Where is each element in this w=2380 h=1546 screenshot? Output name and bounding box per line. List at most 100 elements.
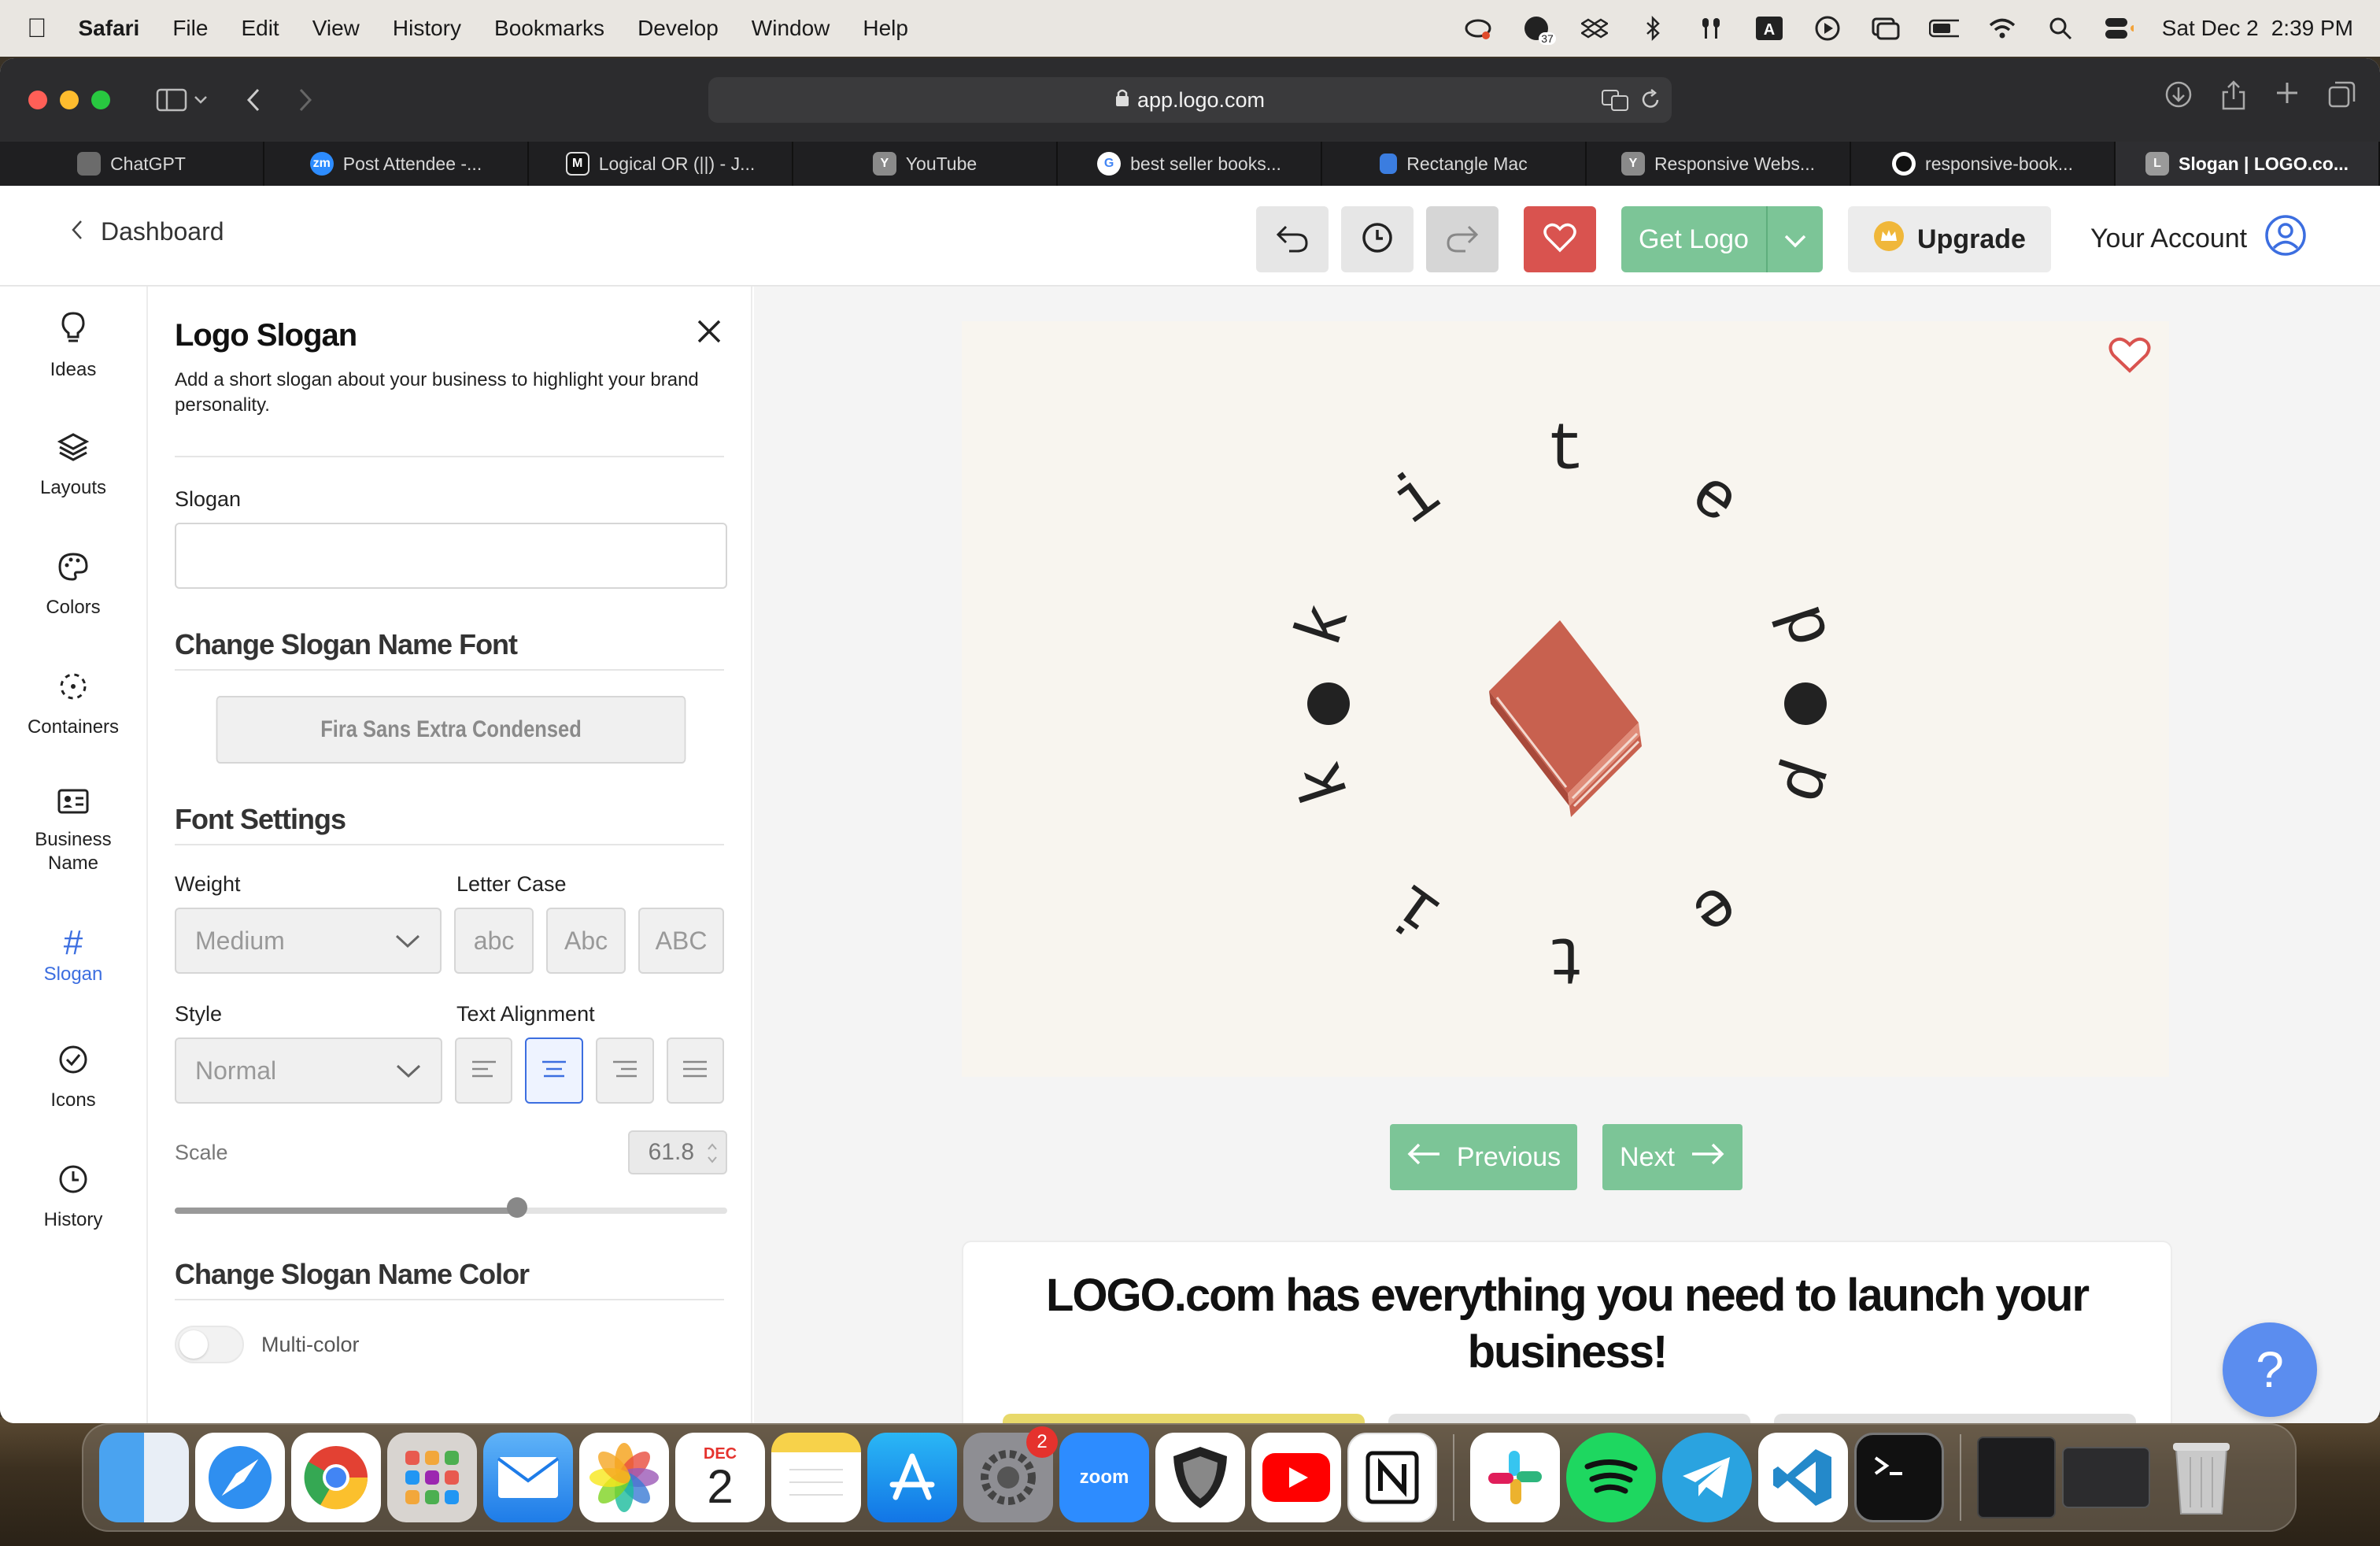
- align-left-button[interactable]: [454, 1037, 513, 1104]
- titlecase-button[interactable]: Abc: [546, 908, 626, 974]
- trash-icon[interactable]: [2156, 1433, 2246, 1522]
- recent-window-thumbnail[interactable]: [1977, 1437, 2056, 1518]
- finder-window-thumbnail[interactable]: [2062, 1447, 2150, 1508]
- terminal-icon[interactable]: [1854, 1433, 1944, 1522]
- forward-icon[interactable]: [288, 83, 323, 117]
- menu-window[interactable]: Window: [752, 16, 830, 41]
- menu-view[interactable]: View: [312, 16, 360, 41]
- launchpad-icon[interactable]: [387, 1433, 477, 1522]
- control-center-icon[interactable]: [2104, 13, 2134, 43]
- back-icon[interactable]: [236, 83, 271, 117]
- menubar-date[interactable]: Sat Dec 2: [2162, 16, 2259, 41]
- tab-chatgpt[interactable]: ChatGPT: [0, 142, 264, 186]
- redo-button[interactable]: [1426, 206, 1499, 272]
- notion-icon[interactable]: [1347, 1433, 1437, 1522]
- input-source-icon[interactable]: A: [1754, 13, 1784, 43]
- nav-icons[interactable]: Icons: [0, 1019, 146, 1138]
- nav-layouts[interactable]: Layouts: [0, 406, 146, 526]
- battery-icon[interactable]: [1928, 13, 1959, 43]
- favorite-heart-icon[interactable]: [2108, 335, 2152, 379]
- downloads-icon[interactable]: [2164, 80, 2193, 114]
- get-logo-dropdown[interactable]: [1768, 206, 1823, 272]
- help-button[interactable]: ?: [2223, 1322, 2317, 1417]
- menu-history[interactable]: History: [393, 16, 461, 41]
- dashboard-back-link[interactable]: Dashboard: [71, 217, 224, 246]
- align-right-button[interactable]: [596, 1037, 654, 1104]
- menu-app-name[interactable]: Safari: [79, 16, 140, 41]
- safari-icon[interactable]: [195, 1433, 285, 1522]
- system-settings-icon[interactable]: 2: [963, 1426, 1058, 1522]
- lowercase-button[interactable]: abc: [454, 908, 534, 974]
- menu-file[interactable]: File: [172, 16, 208, 41]
- style-select[interactable]: Normal: [175, 1037, 442, 1104]
- zoom-app-icon[interactable]: zoom: [1059, 1433, 1149, 1522]
- nav-business-name[interactable]: Business Name: [0, 765, 146, 899]
- apple-menu-icon[interactable]: : [27, 13, 47, 44]
- tab-rectangle-mac[interactable]: Rectangle Mac: [1322, 142, 1587, 186]
- nav-ideas[interactable]: Ideas: [0, 287, 146, 406]
- airpods-icon[interactable]: [1696, 13, 1726, 43]
- share-icon[interactable]: [2221, 80, 2246, 114]
- get-logo-label[interactable]: Get Logo: [1621, 206, 1768, 272]
- promo-card-tab[interactable]: [1774, 1414, 2136, 1423]
- menu-edit[interactable]: Edit: [241, 16, 279, 41]
- nav-history[interactable]: History: [0, 1138, 146, 1258]
- scale-slider-handle[interactable]: [507, 1197, 528, 1218]
- get-logo-button[interactable]: Get Logo: [1621, 206, 1823, 272]
- shield-app-icon[interactable]: [1155, 1433, 1245, 1522]
- menu-help[interactable]: Help: [863, 16, 908, 41]
- menubar-time[interactable]: 2:39 PM: [2271, 16, 2353, 41]
- history-button[interactable]: [1341, 206, 1414, 272]
- reload-icon[interactable]: [1640, 89, 1661, 117]
- finder-icon[interactable]: [99, 1433, 189, 1522]
- translate-icon[interactable]: [1601, 88, 1631, 117]
- stage-manager-icon[interactable]: [1871, 13, 1901, 43]
- tab-responsive-webs[interactable]: Y Responsive Webs...: [1587, 142, 1851, 186]
- status-badge-icon[interactable]: 37: [1521, 13, 1556, 45]
- sidebar-toggle-icon[interactable]: [154, 83, 189, 117]
- spotify-icon[interactable]: [1566, 1433, 1656, 1522]
- tab-best-seller-books[interactable]: Gbest seller books...: [1058, 142, 1322, 186]
- previous-button[interactable]: Previous: [1390, 1124, 1577, 1190]
- minimize-window-button[interactable]: [60, 91, 79, 109]
- close-icon[interactable]: [696, 318, 722, 349]
- spotlight-search-icon[interactable]: [2046, 13, 2075, 43]
- menu-bookmarks[interactable]: Bookmarks: [494, 16, 604, 41]
- tab-youtube[interactable]: Y YouTube: [793, 142, 1058, 186]
- logo-canvas[interactable]: teppetikki: [962, 321, 2169, 1077]
- now-playing-icon[interactable]: [1813, 13, 1842, 43]
- weight-select[interactable]: Medium: [175, 908, 442, 974]
- tab-group-chevron-icon[interactable]: [189, 83, 213, 117]
- uppercase-button[interactable]: ABC: [638, 908, 724, 974]
- nav-colors[interactable]: Colors: [0, 526, 146, 645]
- chrome-icon[interactable]: [291, 1433, 381, 1522]
- address-bar[interactable]: app.logo.com: [708, 77, 1672, 123]
- upgrade-button[interactable]: Upgrade: [1848, 206, 2051, 272]
- align-justify-button[interactable]: [666, 1037, 725, 1104]
- notes-icon[interactable]: [771, 1433, 861, 1522]
- tab-slogan-logo-com[interactable]: L Slogan | LOGO.co...: [2116, 142, 2380, 186]
- zoom-window-button[interactable]: [91, 91, 110, 109]
- multicolor-toggle[interactable]: [175, 1326, 244, 1363]
- scale-slider[interactable]: [175, 1197, 727, 1218]
- vscode-icon[interactable]: [1758, 1433, 1848, 1522]
- next-button[interactable]: Next: [1602, 1124, 1743, 1190]
- menu-develop[interactable]: Develop: [638, 16, 719, 41]
- favorite-button[interactable]: [1524, 206, 1596, 272]
- new-tab-icon[interactable]: [2275, 80, 2300, 114]
- font-picker-button[interactable]: Fira Sans Extra Condensed: [216, 696, 686, 764]
- slogan-input[interactable]: [175, 523, 727, 589]
- promo-card-tab[interactable]: [1388, 1414, 1750, 1423]
- youtube-icon[interactable]: [1251, 1433, 1341, 1522]
- mail-icon[interactable]: [483, 1433, 573, 1522]
- telegram-icon[interactable]: [1662, 1433, 1752, 1522]
- wifi-icon[interactable]: [1987, 13, 2017, 43]
- tab-overview-icon[interactable]: [2328, 80, 2356, 114]
- close-window-button[interactable]: [28, 91, 47, 109]
- tab-responsive-book[interactable]: responsive-book...: [1851, 142, 2116, 186]
- nav-containers[interactable]: Containers: [0, 645, 146, 765]
- nav-slogan[interactable]: # Slogan: [0, 899, 146, 1019]
- creative-cloud-icon[interactable]: [1463, 13, 1493, 43]
- stepper-icon[interactable]: [707, 1141, 718, 1171]
- calendar-icon[interactable]: DEC 2: [675, 1433, 765, 1522]
